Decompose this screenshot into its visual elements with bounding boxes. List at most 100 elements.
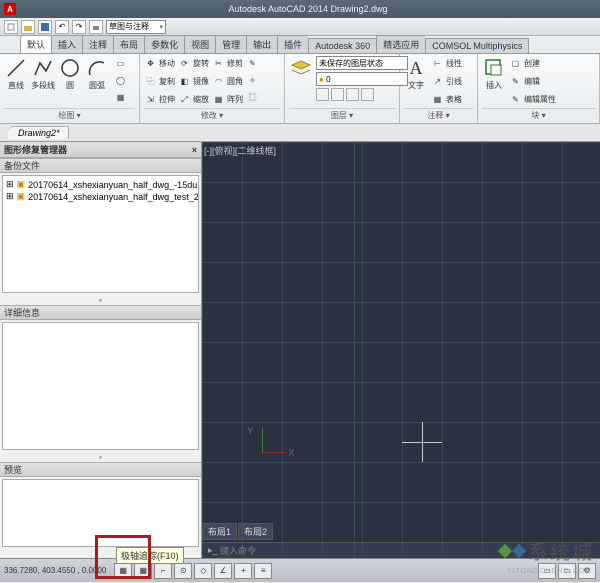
layout-tab-1[interactable]: 布局1 (202, 523, 237, 540)
tool-copy[interactable]: ⿻复制 (144, 74, 175, 89)
tool-stretch[interactable]: ⇲拉伸 (144, 92, 175, 107)
save-icon[interactable] (38, 20, 52, 34)
scroll-indicator[interactable]: ◦ (0, 452, 201, 462)
tool-offset[interactable]: ⿴ (246, 90, 259, 105)
preview-title[interactable]: 预览 (0, 462, 201, 477)
panel-modify-title[interactable]: 修改 ▾ (144, 108, 280, 121)
coordinates[interactable]: 336.7280, 403.4550 , 0.0000 (4, 566, 106, 575)
fillet-icon: ◠ (212, 75, 225, 88)
tool-leader[interactable]: ↗引线 (431, 74, 462, 89)
layout-tabs: 布局1 布局2 (202, 523, 273, 540)
drawing-recovery-panel: 图形修复管理器 × 备份文件 ⊞ ▣ 20170614_xshexianyuan… (0, 142, 202, 558)
panel-annotation-title[interactable]: 注释 ▾ (404, 108, 473, 121)
tool-trim[interactable]: ✂修剪 (212, 56, 243, 71)
grid-button[interactable]: ▦ (134, 563, 152, 579)
tab-default[interactable]: 默认 (20, 35, 51, 53)
tab-comsol[interactable]: COMSOL Multiphysics (425, 38, 529, 53)
tool-polyline[interactable]: 多段线 (31, 56, 55, 91)
viewport-label[interactable]: [-][俯视][二维线框] (204, 144, 276, 157)
document-tabs: Drawing2* (0, 124, 600, 142)
lineweight-button[interactable]: ≡ (254, 563, 272, 579)
tool-create-block[interactable]: ▢创建 (509, 56, 556, 71)
tool-leader-label: 引线 (446, 76, 462, 87)
scroll-indicator[interactable]: ◦ (0, 295, 201, 305)
watermark-text: 系统城 (528, 536, 594, 565)
tab-output[interactable]: 输出 (246, 35, 277, 53)
tab-a360[interactable]: Autodesk 360 (308, 38, 376, 53)
tool-insert-block[interactable]: 插入 (482, 56, 506, 91)
tool-layer-properties[interactable] (289, 56, 313, 80)
tool-line[interactable]: 直线 (4, 56, 28, 91)
dyninput-button[interactable]: + (234, 563, 252, 579)
panel-header[interactable]: 图形修复管理器 × (0, 142, 201, 158)
insert-block-icon (482, 56, 506, 80)
layer-btn-1[interactable] (316, 88, 329, 101)
ortho-button[interactable]: ⌐ (154, 563, 172, 579)
current-layer-dropdown[interactable]: ● 0 (316, 72, 408, 86)
app-logo-icon[interactable]: A (4, 3, 16, 15)
print-icon[interactable] (89, 20, 103, 34)
tool-circle[interactable]: 圆 (58, 56, 82, 91)
tool-table[interactable]: ▦表格 (431, 92, 462, 107)
tool-explode[interactable]: ✧ (246, 73, 259, 88)
tree-node[interactable]: ⊞ ▣ 20170614_xshexianyuan_half_dwg_-15du (6, 179, 195, 190)
layer-btn-3[interactable] (346, 88, 359, 101)
dwg-icon: ▣ (17, 179, 26, 190)
ucs-y-label: Y (247, 426, 254, 437)
snap-button[interactable]: ▦ (114, 563, 132, 579)
backup-files-title[interactable]: 备份文件 (0, 158, 201, 173)
tab-annotate[interactable]: 注释 (82, 35, 113, 53)
grid (202, 142, 600, 558)
panel-block-title[interactable]: 块 ▾ (482, 108, 595, 121)
panel-block: 插入 ▢创建 ✎编辑 ✎编辑属性 块 ▾ (478, 54, 600, 123)
tool-ellipse[interactable]: ◯ (114, 73, 127, 88)
layer-btn-2[interactable] (331, 88, 344, 101)
tool-edit-attr[interactable]: ✎编辑属性 (509, 92, 556, 107)
tool-edit-block[interactable]: ✎编辑 (509, 74, 556, 89)
tool-hatch[interactable]: ▦ (114, 90, 127, 105)
panel-title: 图形修复管理器 (4, 143, 67, 156)
tool-erase[interactable]: ✎ (246, 56, 259, 71)
doc-tab-drawing2[interactable]: Drawing2* (8, 126, 69, 139)
layer-state-dropdown[interactable]: 未保存的图层状态 (316, 56, 408, 70)
tab-layout[interactable]: 布局 (113, 35, 144, 53)
panel-layers-title[interactable]: 图层 ▾ (289, 108, 395, 121)
tool-rotate[interactable]: ⟳旋转 (178, 56, 209, 71)
drawing-canvas[interactable]: [-][俯视][二维线框] Y X 布局1 布局2 ▸_ 键入命令 (202, 142, 600, 558)
tab-featured[interactable]: 精选应用 (376, 35, 425, 53)
tool-arc[interactable]: 圆弧 (85, 56, 109, 91)
redo-icon[interactable]: ↷ (72, 20, 86, 34)
tab-parametric[interactable]: 参数化 (144, 35, 184, 53)
backup-files-tree[interactable]: ⊞ ▣ 20170614_xshexianyuan_half_dwg_-15du… (2, 175, 199, 293)
tool-rect[interactable]: ▭ (114, 56, 127, 71)
layer-btn-4[interactable] (361, 88, 374, 101)
details-title[interactable]: 详细信息 (0, 305, 201, 320)
expand-icon[interactable]: ⊞ (6, 179, 14, 190)
tool-array[interactable]: ▦阵列 (212, 92, 243, 107)
tool-line-label: 直线 (8, 80, 24, 91)
close-icon[interactable]: × (192, 145, 197, 155)
layout-tab-2[interactable]: 布局2 (238, 523, 273, 540)
panel-draw-title[interactable]: 绘图 ▾ (4, 108, 135, 121)
tool-move[interactable]: ✥移动 (144, 56, 175, 71)
tool-text[interactable]: A 文字 (404, 56, 428, 91)
expand-icon[interactable]: ⊞ (6, 191, 14, 202)
tool-mirror[interactable]: ◧镜像 (178, 74, 209, 89)
tab-view[interactable]: 视图 (184, 35, 215, 53)
tree-node[interactable]: ⊞ ▣ 20170614_xshexianyuan_half_dwg_test_… (6, 191, 195, 202)
tool-linear[interactable]: ⊢线性 (431, 56, 462, 71)
osnap-button[interactable]: ◇ (194, 563, 212, 579)
tab-insert[interactable]: 插入 (51, 35, 82, 53)
workspace-dropdown[interactable]: 草图与注释 ▾ (106, 20, 166, 34)
panel-annotation: A 文字 ⊢线性 ↗引线 ▦表格 注释 ▾ (400, 54, 478, 123)
open-icon[interactable] (21, 20, 35, 34)
new-icon[interactable] (4, 20, 18, 34)
otrack-button[interactable]: ∠ (214, 563, 232, 579)
tab-manage[interactable]: 管理 (215, 35, 246, 53)
tab-addins[interactable]: 插件 (277, 35, 308, 53)
tool-fillet[interactable]: ◠圆角 (212, 74, 243, 89)
tool-move-label: 移动 (159, 58, 175, 69)
polar-button[interactable]: ⊙ (174, 563, 192, 579)
undo-icon[interactable]: ↶ (55, 20, 69, 34)
tool-scale[interactable]: ⤢缩放 (178, 92, 209, 107)
